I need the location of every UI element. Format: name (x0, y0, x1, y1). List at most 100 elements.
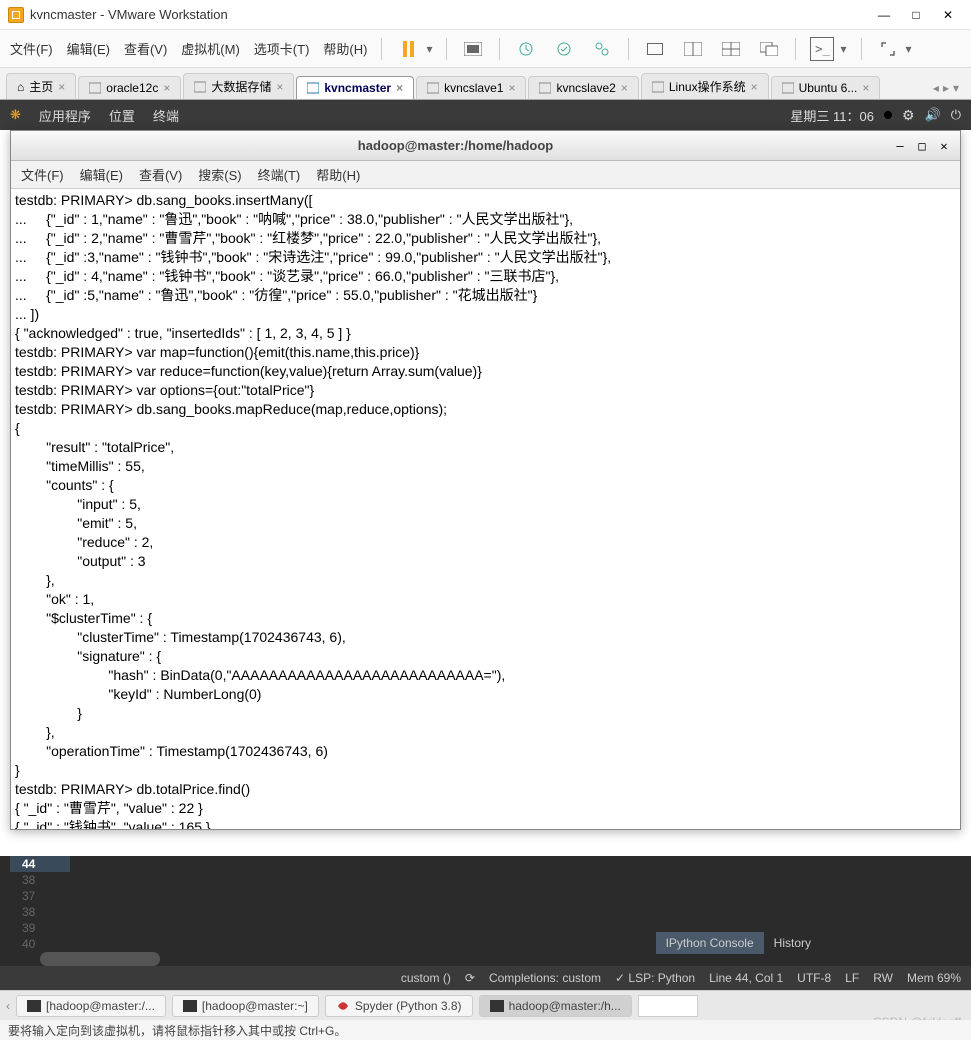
terminal-content[interactable]: testdb: PRIMARY> db.sang_books.insertMan… (11, 189, 960, 829)
tab-label: kvncslave2 (556, 81, 615, 95)
tab-label: Linux操作系统 (669, 78, 746, 95)
sync-icon[interactable]: ⟳ (465, 971, 475, 985)
collapse-handle-icon[interactable]: ‹ (6, 999, 10, 1013)
status-custom[interactable]: custom () (401, 971, 451, 985)
pause-button[interactable] (396, 37, 420, 61)
datetime-label: 星期三 11：06 (790, 106, 874, 125)
power-icon[interactable]: ⏻ (951, 107, 961, 123)
terminal-minimize-button[interactable]: — (892, 138, 908, 154)
line-number: 37 (10, 888, 70, 904)
vm-icon (652, 81, 664, 93)
tab-label: oracle12c (106, 81, 158, 95)
tab-home[interactable]: ⌂ 主页 × (6, 73, 76, 99)
tab-kvncmaster[interactable]: kvncmaster × (296, 76, 414, 99)
tab-close-icon[interactable]: × (508, 81, 515, 95)
menu-edit[interactable]: 编辑(E) (67, 39, 110, 58)
tab-close-icon[interactable]: × (396, 81, 403, 95)
status-completions[interactable]: Completions: custom (489, 971, 601, 985)
menu-vm[interactable]: 虚拟机(M) (181, 39, 240, 58)
terminal-titlebar[interactable]: hadoop@master:/home/hadoop — □ ✕ (11, 131, 960, 161)
tab-bigdata[interactable]: 大数据存储 × (183, 73, 294, 99)
status-mode[interactable]: RW (873, 971, 893, 985)
vm-icon (782, 82, 794, 94)
tab-close-icon[interactable]: × (621, 81, 628, 95)
taskbar-label: [hadoop@master:~] (202, 999, 308, 1013)
tab-oracle12c[interactable]: oracle12c × (78, 76, 181, 99)
terminal-maximize-button[interactable]: □ (914, 138, 930, 154)
vmware-menubar: 文件(F) 编辑(E) 查看(V) 虚拟机(M) 选项卡(T) 帮助(H) ▾ … (0, 30, 971, 68)
line-number: 39 (10, 920, 70, 936)
net-icon[interactable]: ⚙ (902, 107, 915, 124)
status-encoding[interactable]: UTF-8 (797, 971, 831, 985)
status-lsp[interactable]: ✓ LSP: Python (615, 971, 695, 985)
tab-nav-menu-icon[interactable]: ▾ (953, 81, 959, 95)
snapshot-revert-icon[interactable] (552, 37, 576, 61)
status-memory[interactable]: Mem 69% (907, 971, 961, 985)
vmware-icon (8, 7, 24, 23)
term-menu-search[interactable]: 搜索(S) (198, 165, 241, 184)
tab-close-icon[interactable]: × (862, 81, 869, 95)
terminal-close-button[interactable]: ✕ (936, 138, 952, 154)
terminal-menu[interactable]: 终端 (153, 106, 179, 125)
line-number: 44 (10, 856, 70, 872)
minimize-button[interactable]: — (869, 5, 899, 25)
spyder-statusbar: custom () ⟳ Completions: custom ✓ LSP: P… (0, 966, 971, 990)
tab-history[interactable]: History (764, 932, 821, 954)
home-icon: ⌂ (17, 80, 24, 94)
editor-gutter: 44 38 37 38 39 40 (10, 856, 70, 952)
snapshot-manager-icon[interactable] (590, 37, 614, 61)
tab-kvncslave2[interactable]: kvncslave2 × (528, 76, 638, 99)
tab-ipython-console[interactable]: IPython Console (656, 932, 764, 954)
tab-close-icon[interactable]: × (163, 81, 170, 95)
menu-tabs[interactable]: 选项卡(T) (254, 39, 310, 58)
view-split-icon[interactable] (681, 37, 705, 61)
tab-close-icon[interactable]: × (751, 80, 758, 94)
line-number: 38 (10, 872, 70, 888)
view-grid-icon[interactable] (719, 37, 743, 61)
console-icon[interactable]: >_ (810, 37, 834, 61)
maximize-button[interactable]: □ (901, 5, 931, 25)
term-menu-terminal[interactable]: 终端(T) (258, 165, 301, 184)
menu-help[interactable]: 帮助(H) (323, 39, 367, 58)
vm-icon (194, 81, 206, 93)
guest-top-bar: ❋ 应用程序 位置 终端 星期三 11：06 ⚙ 🔊 ⏻ (0, 100, 971, 130)
menu-file[interactable]: 文件(F) (10, 39, 53, 58)
term-menu-file[interactable]: 文件(F) (21, 165, 64, 184)
taskbar-empty-slot[interactable] (638, 995, 698, 1017)
taskbar-item-active[interactable]: hadoop@master:/h... (479, 995, 632, 1017)
taskbar-item[interactable]: [hadoop@master:~] (172, 995, 319, 1017)
tab-close-icon[interactable]: × (58, 80, 65, 94)
tab-label: 主页 (29, 78, 53, 95)
tab-nav-right-icon[interactable]: ▸ (943, 81, 949, 95)
view-unity-icon[interactable] (757, 37, 781, 61)
status-position[interactable]: Line 44, Col 1 (709, 971, 783, 985)
places-menu[interactable]: 位置 (109, 106, 135, 125)
snapshot-icon[interactable] (514, 37, 538, 61)
spyder-icon (336, 999, 350, 1013)
terminal-menubar: 文件(F) 编辑(E) 查看(V) 搜索(S) 终端(T) 帮助(H) (11, 161, 960, 189)
tab-linux-os[interactable]: Linux操作系统 × (641, 73, 769, 99)
apps-icon[interactable]: ❋ (10, 107, 21, 123)
term-menu-view[interactable]: 查看(V) (139, 165, 182, 184)
menu-view[interactable]: 查看(V) (124, 39, 167, 58)
status-eol[interactable]: LF (845, 971, 859, 985)
line-number: 38 (10, 904, 70, 920)
taskbar-label: hadoop@master:/h... (509, 999, 621, 1013)
terminal-icon (490, 999, 504, 1013)
taskbar-item[interactable]: [hadoop@master:/... (16, 995, 166, 1017)
fullscreen-icon[interactable] (876, 37, 900, 61)
tab-kvncslave1[interactable]: kvncslave1 × (416, 76, 526, 99)
taskbar-item-spyder[interactable]: Spyder (Python 3.8) (325, 995, 473, 1017)
send-ctrl-alt-del-icon[interactable] (461, 37, 485, 61)
apps-menu[interactable]: 应用程序 (39, 106, 91, 125)
view-single-icon[interactable] (643, 37, 667, 61)
status-dot-icon (884, 111, 892, 119)
tab-close-icon[interactable]: × (276, 80, 283, 94)
tab-nav-left-icon[interactable]: ◂ (933, 81, 939, 95)
close-button[interactable]: ✕ (933, 5, 963, 25)
horizontal-scrollbar-thumb[interactable] (40, 952, 160, 966)
volume-icon[interactable]: 🔊 (925, 107, 941, 123)
tab-ubuntu[interactable]: Ubuntu 6... × (771, 76, 881, 99)
term-menu-edit[interactable]: 编辑(E) (80, 165, 123, 184)
term-menu-help[interactable]: 帮助(H) (316, 165, 360, 184)
